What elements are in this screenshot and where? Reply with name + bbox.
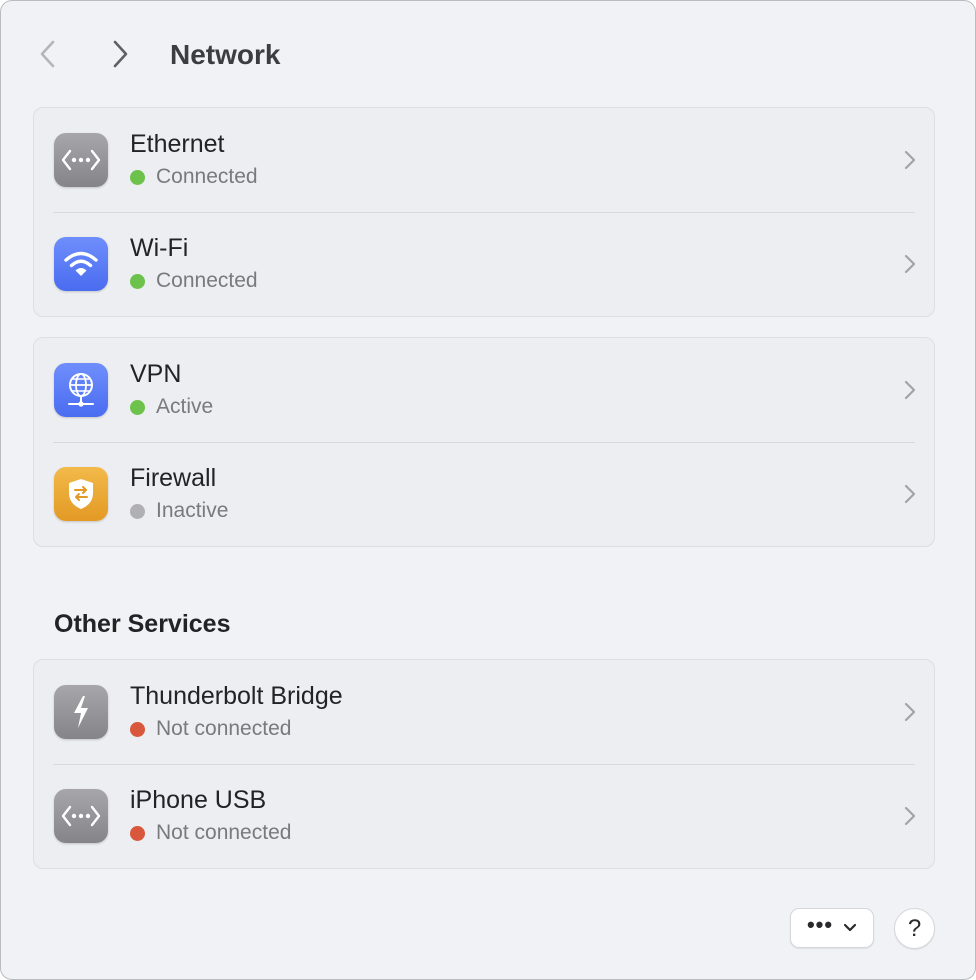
- status-text: Connected: [156, 165, 258, 188]
- service-row-ethernet[interactable]: Ethernet Connected: [34, 108, 934, 212]
- chevron-right-icon: [113, 40, 128, 68]
- service-name: Firewall: [130, 464, 217, 492]
- service-row-iphone-usb[interactable]: iPhone USB Not connected: [34, 764, 934, 868]
- service-status: Not connected: [130, 819, 291, 847]
- service-name: VPN: [130, 360, 182, 388]
- back-button[interactable]: [33, 37, 63, 71]
- other-services-heading: Other Services: [54, 610, 231, 638]
- chevron-right-icon: [902, 482, 918, 506]
- status-text: Inactive: [156, 499, 229, 522]
- service-row-vpn[interactable]: VPN Active: [34, 338, 934, 442]
- help-button[interactable]: ?: [894, 908, 935, 949]
- chevron-right-icon: [902, 252, 918, 276]
- status-dot-not-connected: [130, 721, 145, 737]
- service-status: Active: [130, 393, 213, 421]
- firewall-shield-icon: [54, 467, 108, 521]
- status-text: Not connected: [156, 821, 292, 844]
- forward-button[interactable]: [105, 37, 135, 71]
- status-text: Active: [156, 395, 214, 418]
- service-name: iPhone USB: [130, 786, 267, 814]
- more-actions-button[interactable]: •••: [790, 908, 874, 948]
- ethernet-icon: [54, 133, 108, 187]
- wifi-icon: [54, 237, 108, 291]
- security-group: VPN Active Firewall Inactive: [33, 337, 935, 547]
- service-status: Not connected: [130, 715, 291, 743]
- ethernet-icon: [54, 789, 108, 843]
- chevron-right-icon: [902, 804, 918, 828]
- service-row-thunderbolt-bridge[interactable]: Thunderbolt Bridge Not connected: [34, 660, 934, 764]
- status-dot-inactive: [130, 503, 145, 519]
- toolbar: Network: [1, 1, 975, 107]
- service-name: Thunderbolt Bridge: [130, 682, 343, 710]
- service-status: Connected: [130, 163, 258, 191]
- service-row-wifi[interactable]: Wi-Fi Connected: [34, 212, 934, 316]
- status-dot-connected: [130, 169, 145, 185]
- chevron-right-icon: [902, 148, 918, 172]
- service-name: Wi-Fi: [130, 234, 189, 262]
- service-status: Connected: [130, 267, 258, 295]
- chevron-right-icon: [902, 700, 918, 724]
- other-services-group: Thunderbolt Bridge Not connected iPhone …: [33, 659, 935, 869]
- page-title: Network: [170, 39, 281, 70]
- thunderbolt-icon: [54, 685, 108, 739]
- ellipsis-icon: •••: [806, 912, 834, 937]
- network-settings-window: Network Ethernet Connected Wi-Fi Connect…: [0, 0, 976, 980]
- interfaces-group: Ethernet Connected Wi-Fi Connected: [33, 107, 935, 317]
- status-dot-active: [130, 399, 145, 415]
- service-status: Inactive: [130, 497, 228, 525]
- status-dot-not-connected: [130, 825, 145, 841]
- service-row-firewall[interactable]: Firewall Inactive: [34, 442, 934, 546]
- status-dot-connected: [130, 273, 145, 289]
- service-name: Ethernet: [130, 130, 225, 158]
- status-text: Not connected: [156, 717, 292, 740]
- chevron-down-icon: [843, 923, 857, 932]
- chevron-left-icon: [40, 40, 55, 68]
- vpn-globe-icon: [54, 363, 108, 417]
- chevron-right-icon: [902, 378, 918, 402]
- status-text: Connected: [156, 269, 258, 292]
